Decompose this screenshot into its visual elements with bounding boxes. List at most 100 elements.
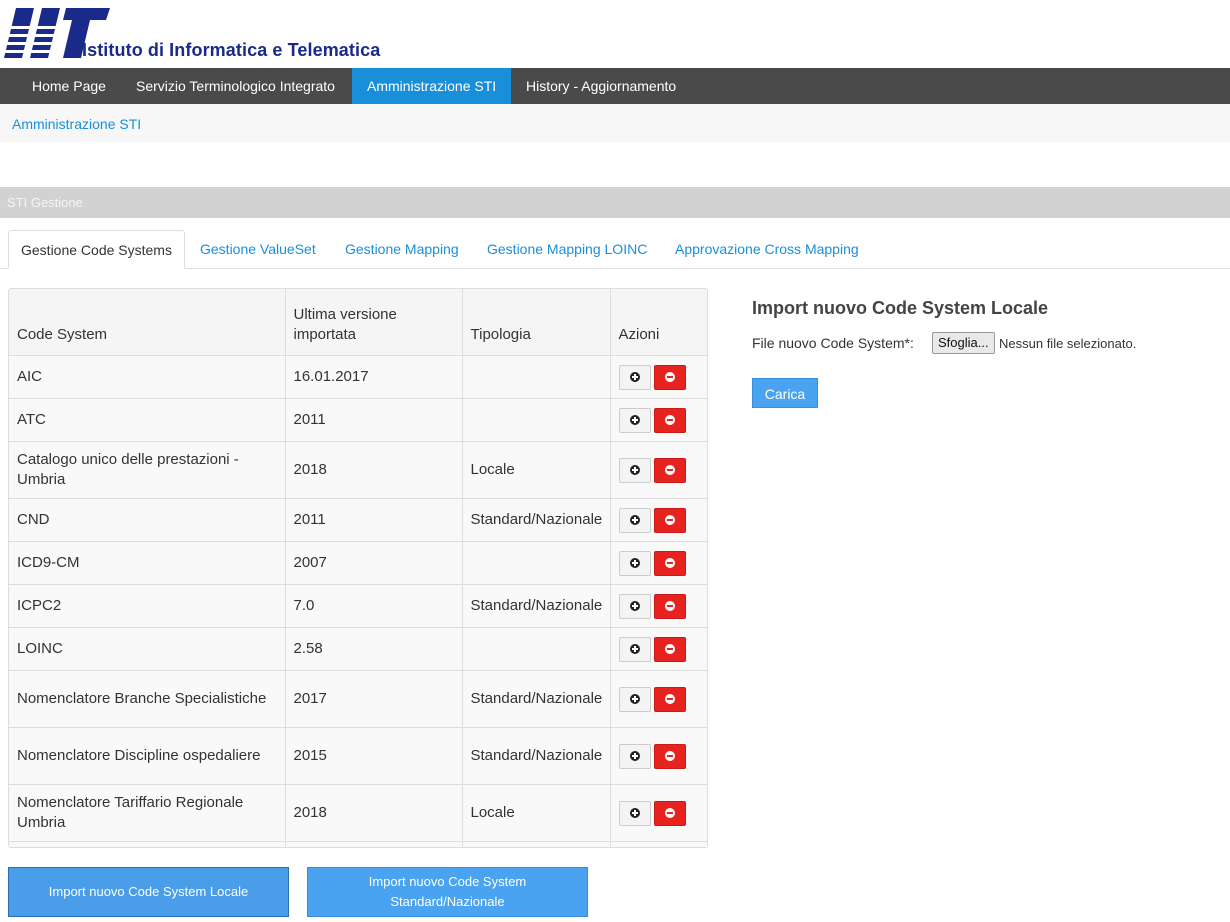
delete-button[interactable] (653, 407, 686, 433)
tab-gestione-mapping-loinc[interactable]: Gestione Mapping LOINC (475, 230, 659, 268)
minus-circle-icon (664, 694, 675, 704)
nav-servizio-terminologico[interactable]: Servizio Terminologico Integrato (121, 68, 350, 104)
table-row: CND 2011 Standard/Nazionale (9, 498, 707, 542)
cell-name: ATC (9, 398, 286, 442)
nav-home-page[interactable]: Home Page (17, 68, 121, 104)
plus-circle-icon (629, 644, 640, 654)
add-version-button[interactable] (618, 407, 651, 433)
delete-button[interactable] (653, 507, 686, 533)
add-version-button[interactable] (618, 800, 651, 826)
site-header: Istituto di Informatica e Telematica (0, 0, 420, 68)
cell-version: 2017 (285, 670, 463, 728)
cell-type: Locale (462, 784, 611, 842)
cell-name: Catalogo unico delle prestazioni - Umbri… (9, 441, 286, 499)
plus-circle-icon (629, 694, 640, 704)
delete-button[interactable] (653, 457, 686, 483)
code-systems-table: Code System Ultima versione importata Ti… (8, 288, 708, 848)
plus-circle-icon (629, 601, 640, 611)
cell-type: Standard/Nazionale (462, 727, 611, 785)
column-header-code-system[interactable]: Code System (9, 289, 286, 356)
cell-actions (610, 541, 707, 585)
cell-actions (610, 784, 707, 842)
plus-circle-icon (629, 372, 640, 382)
delete-button[interactable] (653, 636, 686, 662)
cell-actions (610, 398, 707, 442)
nav-amministrazione-sti[interactable]: Amministrazione STI (352, 68, 512, 104)
main-navbar: Home Page Servizio Terminologico Integra… (0, 68, 1230, 104)
plus-circle-icon (629, 558, 640, 568)
upload-button[interactable]: Carica (752, 378, 818, 408)
table-row: ICPC2 7.0 Standard/Nazionale (9, 584, 707, 628)
import-standard-label: Import nuovo Code System Standard/Nazion… (368, 874, 527, 909)
import-local-label: Import nuovo Code System Locale (48, 884, 249, 899)
cell-name: ICD9-CM (9, 541, 286, 585)
file-browse-button[interactable]: Sfoglia... (932, 332, 995, 354)
minus-circle-icon (664, 751, 675, 761)
import-panel-title: Import nuovo Code System Locale (752, 298, 1049, 318)
table-row: Catalogo unico delle prestazioni - Umbri… (9, 441, 707, 499)
cell-name: Nomenclatore Branche Specialistiche (9, 670, 286, 728)
delete-button[interactable] (653, 686, 686, 712)
table-row: ATC 2011 (9, 398, 707, 442)
minus-circle-icon (664, 558, 675, 568)
file-status-text: Nessun file selezionato. (999, 336, 1137, 351)
import-standard-button[interactable]: Import nuovo Code System Standard/Nazion… (307, 867, 588, 917)
cell-name: LOINC (9, 627, 286, 671)
add-version-button[interactable] (618, 507, 651, 533)
breadcrumb: Amministrazione STI (0, 104, 1230, 142)
table-row: Nomenclatore Discipline ospedaliere 2015 S… (9, 727, 707, 785)
cell-actions (610, 670, 707, 728)
plus-circle-icon (629, 751, 640, 761)
cell-version: 2015 (285, 727, 463, 785)
delete-button[interactable] (653, 550, 686, 576)
delete-button[interactable] (653, 364, 686, 390)
tab-gestione-code-systems[interactable]: Gestione Code Systems (8, 230, 185, 269)
cell-type: Standard/Nazionale (462, 498, 611, 542)
cell-version: 2018 (285, 441, 463, 499)
delete-button[interactable] (653, 743, 686, 769)
cell-name: CND (9, 498, 286, 542)
nav-history-aggiornamento[interactable]: History - Aggiornamento (511, 68, 691, 104)
cell-version: 2007 (285, 541, 463, 585)
cell-name: AIC (9, 355, 286, 399)
add-version-button[interactable] (618, 636, 651, 662)
cell-actions (610, 841, 707, 847)
cell-version: 2011 (285, 498, 463, 542)
import-local-button[interactable]: Import nuovo Code System Locale (8, 867, 289, 917)
minus-circle-icon (664, 644, 675, 654)
minus-circle-icon (664, 372, 675, 382)
tab-bar: Gestione Code Systems Gestione ValueSet … (0, 230, 1230, 269)
cell-version: 16.01.2017 (285, 355, 463, 399)
table-row: ICD9-CM 2007 (9, 541, 707, 585)
cell-type (462, 398, 611, 442)
table-row: Nomenclatore Tariffario Regionale Umbria… (9, 784, 707, 842)
add-version-button[interactable] (618, 457, 651, 483)
cell-type: Standard/Nazionale (462, 841, 611, 847)
tab-gestione-mapping[interactable]: Gestione Mapping (333, 230, 471, 268)
add-version-button[interactable] (618, 743, 651, 769)
add-version-button[interactable] (618, 686, 651, 712)
add-version-button[interactable] (618, 364, 651, 390)
cell-name: TMLMa (9, 841, 286, 847)
add-version-button[interactable] (618, 593, 651, 619)
minus-circle-icon (664, 601, 675, 611)
cell-version: 2.58 (285, 627, 463, 671)
delete-button[interactable] (653, 593, 686, 619)
cell-type: Standard/Nazionale (462, 670, 611, 728)
column-header-tipologia[interactable]: Tipologia (462, 289, 611, 356)
breadcrumb-link[interactable]: Amministrazione STI (12, 116, 141, 132)
add-version-button[interactable] (618, 550, 651, 576)
tab-approvazione-cross-mapping[interactable]: Approvazione Cross Mapping (663, 230, 871, 268)
table-row: Nomenclatore Branche Specialistiche 2017 S… (9, 670, 707, 728)
cell-name: Nomenclatore Discipline ospedaliere (9, 727, 286, 785)
column-header-ultima-versione[interactable]: Ultima versione importata (285, 289, 463, 356)
site-title: Istituto di Informatica e Telematica (82, 40, 381, 60)
delete-button[interactable] (653, 800, 686, 826)
column-header-azioni: Azioni (610, 289, 707, 356)
tab-gestione-valueset[interactable]: Gestione ValueSet (188, 230, 328, 268)
cell-actions (610, 727, 707, 785)
section-title: STI Gestione (7, 195, 83, 210)
table-row: LOINC 2.58 (9, 627, 707, 671)
cell-name: Nomenclatore Tariffario Regionale Umbria (9, 784, 286, 842)
cell-actions (610, 355, 707, 399)
